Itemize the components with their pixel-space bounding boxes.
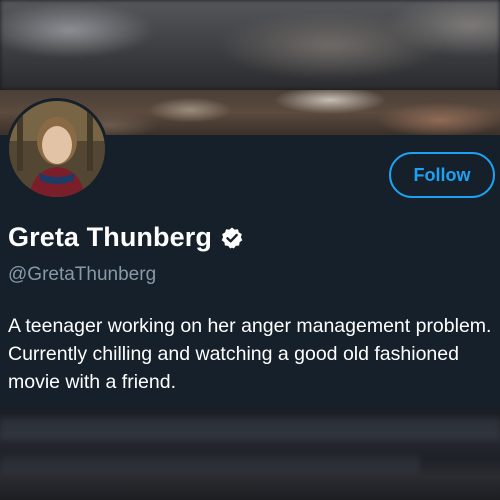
display-name[interactable]: Greta Thunberg: [8, 222, 212, 253]
bio: A teenager working on her anger manageme…: [8, 315, 492, 393]
blurred-text-line: [0, 418, 500, 440]
blurred-background-top: [0, 0, 500, 90]
verified-badge-icon: [221, 227, 243, 248]
follow-button[interactable]: Follow: [389, 152, 495, 198]
handle: @GretaThunberg: [8, 264, 157, 285]
name-row: Greta Thunberg: [8, 222, 244, 253]
follow-button-label: Follow: [413, 164, 471, 185]
profile-card: Follow Greta Thunberg @GretaThunberg A t…: [0, 90, 500, 408]
blurred-background-bottom: [0, 408, 500, 500]
avatar[interactable]: [6, 98, 108, 200]
blurred-text-line: [0, 456, 420, 474]
